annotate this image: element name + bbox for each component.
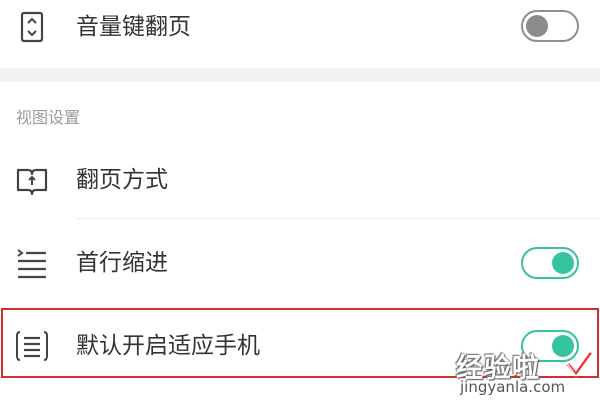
setting-row-first-line-indent[interactable]: 首行缩进 xyxy=(0,230,600,298)
volume-key-icon xyxy=(14,9,50,45)
section-title-view-settings: 视图设置 xyxy=(16,108,81,127)
setting-label: 首行缩进 xyxy=(76,250,168,276)
row-divider xyxy=(76,218,600,219)
setting-label: 翻页方式 xyxy=(76,167,168,193)
setting-row-volume-key-page[interactable]: 音量键翻页 xyxy=(0,0,600,68)
book-icon xyxy=(14,162,50,198)
toggle-knob xyxy=(526,15,548,37)
indent-icon xyxy=(14,246,50,282)
first-line-indent-toggle[interactable] xyxy=(521,247,579,279)
section-separator xyxy=(0,68,600,82)
setting-label: 音量键翻页 xyxy=(76,14,191,40)
watermark-url: jingyanla.com xyxy=(460,378,566,396)
toggle-knob xyxy=(552,252,574,274)
volume-key-page-toggle[interactable] xyxy=(521,10,579,42)
watermark: 经验啦 jingyanla.com xyxy=(452,346,598,398)
checkmark-icon xyxy=(564,350,594,380)
setting-row-page-turn-mode[interactable]: 翻页方式 xyxy=(0,150,600,219)
